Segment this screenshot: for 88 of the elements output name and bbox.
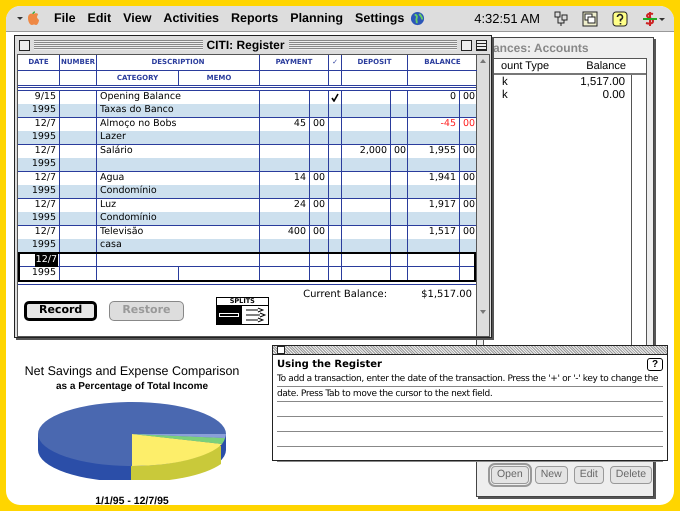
table-cell-text: Agua — [100, 171, 124, 185]
table-cell: Condomínio — [100, 184, 157, 198]
table-cell: 24 — [294, 198, 306, 212]
menu-item[interactable]: View — [123, 9, 152, 28]
table-cell: 1995 — [32, 184, 56, 198]
table-cell: 00 — [463, 225, 476, 240]
help-icon[interactable] — [612, 10, 628, 26]
button[interactable]: Record — [24, 300, 98, 320]
table-cell: Opening Balance — [100, 90, 181, 104]
table-cell: 45 — [294, 117, 306, 132]
apple-icon[interactable] — [16, 10, 42, 26]
table-cell: Lazer — [100, 130, 126, 144]
windows-icon[interactable] — [582, 10, 598, 26]
table-cell: 400 — [288, 225, 306, 240]
table-cell: 1,955 — [428, 144, 456, 158]
table-cell: 00 — [313, 117, 326, 132]
new-entry-row[interactable]: 12/7 1995 — [18, 252, 476, 282]
help-button[interactable]: ? — [647, 358, 663, 371]
current-balance-label: Current Balance: — [303, 288, 388, 302]
menu-item[interactable]: Planning — [290, 9, 344, 28]
table-cell: Condomínio — [100, 211, 157, 226]
table-cell: 1995 — [32, 130, 56, 144]
column-header: ount Type — [501, 58, 550, 74]
column-header: Balance — [586, 58, 626, 74]
table-cell: Salário — [100, 144, 133, 158]
zoom-box[interactable] — [461, 40, 472, 50]
menu-item[interactable]: File — [54, 9, 76, 28]
network-icon[interactable] — [554, 10, 568, 26]
help-heading: Using the Register — [277, 358, 382, 372]
clock: 4:32:51 AM — [474, 10, 540, 28]
close-box[interactable] — [19, 40, 30, 50]
window-title: CITI: Register — [206, 37, 285, 54]
table-cell: casa — [100, 238, 122, 252]
button[interactable]: Delete — [610, 466, 652, 484]
table-cell: 1,917 — [428, 198, 456, 212]
table-cell: Televisão — [100, 225, 144, 240]
table-cell: 12/7 — [34, 171, 56, 186]
help-text: To add a transaction, enter the date of the transaction. Press the '+' or '-' key to change the date. Press Tab to move the cursor to the next field. — [277, 372, 663, 462]
menu-item[interactable]: Reports — [231, 9, 278, 28]
scrollbar[interactable] — [477, 54, 490, 337]
dollar-icon[interactable] — [642, 10, 666, 26]
table-cell: 00 — [463, 171, 476, 186]
table-cell: 00 — [313, 225, 326, 240]
table-cell: 14 — [294, 171, 306, 186]
table-cell: 12/7 — [34, 225, 56, 240]
account-type: k — [502, 88, 508, 103]
chart-subtitle: as a Percentage of Total Income — [56, 380, 208, 394]
close-box[interactable] — [277, 346, 285, 354]
table-cell: 1995 — [32, 103, 56, 118]
table-cell: 1995 — [32, 238, 56, 252]
table-cell: 1,517 — [428, 225, 456, 240]
table-cell: 00 — [463, 198, 476, 212]
date-range: 1/1/95 - 12/7/95 — [95, 494, 169, 505]
table-cell: 00 — [394, 144, 406, 158]
table-cell: 9/15 — [34, 90, 56, 104]
table-cell: Almoço no Bobs — [100, 117, 176, 132]
table-cell: 00 — [313, 171, 326, 186]
button[interactable]: Edit — [574, 466, 604, 484]
account-balance: 0.00 — [602, 88, 625, 103]
date-field[interactable]: 12/7 — [34, 252, 58, 268]
table-cell: 2,000 — [360, 144, 387, 158]
table-cell-text: Luz — [100, 198, 116, 212]
account-type: k — [502, 74, 508, 90]
table-cell: Taxas do Banco — [100, 103, 174, 118]
table-cell: 1,941 — [428, 171, 456, 186]
table-cell: 00 — [313, 198, 326, 212]
table-cell-text: 1995 — [32, 266, 56, 280]
globe-icon[interactable] — [410, 11, 426, 26]
table-cell: 00 — [463, 117, 476, 132]
button[interactable]: Open — [491, 466, 529, 484]
window-title: ances: Accounts — [493, 40, 589, 57]
menu-item[interactable]: Settings — [355, 9, 404, 28]
table-cell: -45 — [440, 117, 456, 132]
table-cell: 00 — [463, 144, 476, 158]
current-balance: $1,517.00 — [421, 288, 472, 302]
table-cell: 1995 — [32, 211, 56, 226]
collapse-box[interactable] — [476, 40, 488, 50]
table-cell: 00 — [463, 90, 476, 104]
button[interactable]: New — [534, 466, 568, 484]
chart-title: Net Savings and Expense Comparison — [24, 363, 240, 380]
table-cell: 12/7 — [34, 198, 56, 212]
table-cell: 0 — [450, 90, 456, 104]
table-cell: 1995 — [32, 157, 56, 172]
account-balance: 1,517.00 — [580, 74, 625, 90]
menu-item[interactable]: Activities — [163, 9, 220, 28]
menu-item[interactable]: Edit — [88, 9, 112, 28]
table-cell: 12/7 — [34, 144, 56, 158]
table-cell: 12/7 — [34, 117, 56, 132]
